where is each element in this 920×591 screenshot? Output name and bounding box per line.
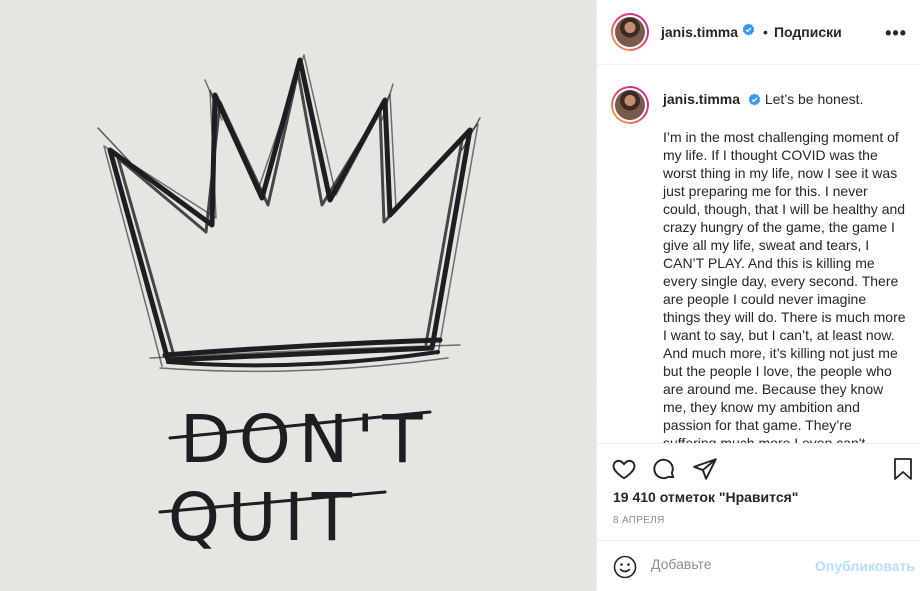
caption-body: I’m in the most challenging moment of my… <box>663 129 906 443</box>
comment-icon[interactable] <box>651 456 677 487</box>
share-icon[interactable] <box>692 456 718 487</box>
more-options-icon[interactable]: ••• <box>885 23 907 44</box>
verified-icon <box>742 23 755 41</box>
post-date[interactable]: 8 АПРЕЛЯ <box>613 515 665 526</box>
comment-input[interactable] <box>651 556 811 572</box>
separator-dot: • <box>763 24 768 40</box>
likes-count[interactable]: 19 410 отметок "Нравится" <box>613 489 798 505</box>
following-button[interactable]: Подписки <box>774 24 842 40</box>
header-username[interactable]: janis.timma <box>661 24 738 40</box>
caption-first-line: Let’s be honest. <box>764 91 864 107</box>
dont-word: DON'T <box>180 401 431 478</box>
heart-icon[interactable] <box>611 456 637 487</box>
post-sidebar: janis.timma • Подписки ••• janis.timma L… <box>596 0 920 591</box>
caption-area[interactable]: janis.timma Let’s be honest. I’m in the … <box>597 66 920 443</box>
crown-drawing: DON'T QUIT <box>0 0 596 591</box>
verified-icon <box>748 92 761 110</box>
emoji-icon[interactable] <box>613 555 637 584</box>
caption-username[interactable]: janis.timma <box>663 91 740 107</box>
bookmark-icon[interactable] <box>891 456 915 487</box>
caption-avatar[interactable] <box>611 86 649 124</box>
post-image[interactable]: DON'T QUIT <box>0 0 596 591</box>
action-bar <box>597 443 920 493</box>
post-header: janis.timma • Подписки ••• <box>597 0 920 65</box>
avatar[interactable] <box>611 13 649 51</box>
quit-word: QUIT <box>168 479 360 556</box>
comment-bar: Опубликовать <box>597 540 920 591</box>
publish-button[interactable]: Опубликовать <box>815 558 915 574</box>
